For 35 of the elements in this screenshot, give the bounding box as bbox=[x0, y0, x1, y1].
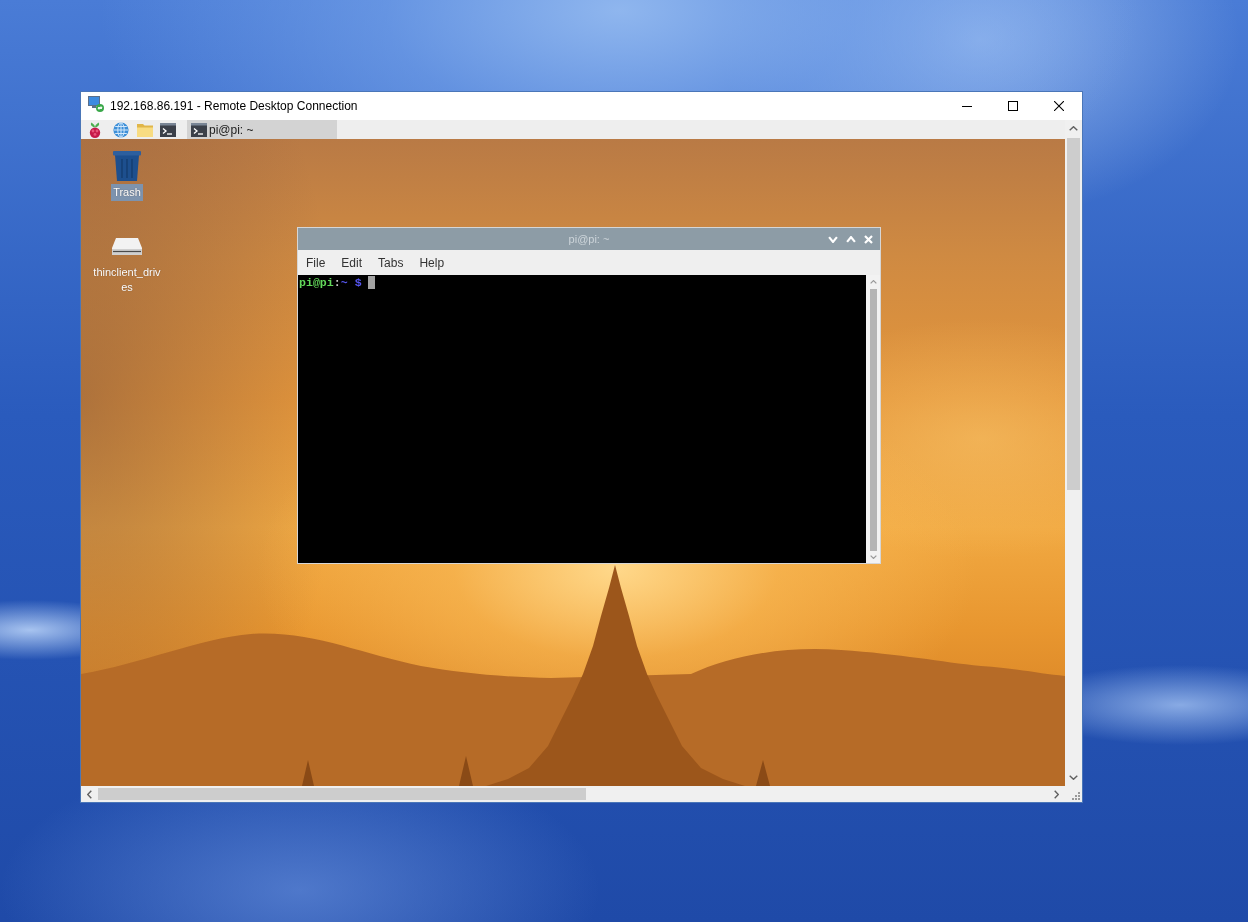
maximize-icon bbox=[1008, 101, 1018, 111]
window-title: pi@pi: ~ bbox=[568, 233, 610, 245]
scrollbar-thumb[interactable] bbox=[1067, 138, 1080, 490]
scrollbar-thumb[interactable] bbox=[869, 289, 877, 551]
chevron-left-icon[interactable] bbox=[87, 789, 92, 799]
menu-item[interactable]: File bbox=[298, 252, 334, 273]
close-icon bbox=[1054, 101, 1064, 111]
vertical-scrollbar[interactable] bbox=[1065, 120, 1082, 786]
text-cursor-icon bbox=[367, 276, 375, 289]
raspberry-icon[interactable] bbox=[88, 121, 102, 138]
minimize-icon bbox=[962, 105, 972, 107]
terminal-icon[interactable] bbox=[160, 122, 176, 137]
chevron-up-icon[interactable] bbox=[869, 280, 877, 284]
window-title: 192.168.86.191 - Remote Desktop Connection bbox=[110, 99, 359, 113]
chevron-up-icon[interactable] bbox=[1069, 126, 1078, 131]
chevron-down-icon[interactable] bbox=[1069, 775, 1078, 780]
chevron-right-icon[interactable] bbox=[1054, 789, 1059, 799]
taskbar-button[interactable]: pi@pi: ~ bbox=[187, 120, 337, 139]
terminal-prompt: pi@pi:~ $ bbox=[299, 276, 362, 290]
close-icon[interactable] bbox=[864, 234, 873, 244]
terminal-screen[interactable]: pi@pi:~ $ bbox=[298, 275, 866, 563]
monitor-icon bbox=[88, 96, 104, 112]
resize-grip-icon[interactable] bbox=[1071, 791, 1080, 800]
chevron-down-icon[interactable] bbox=[869, 555, 877, 559]
menu-item[interactable]: Tabs bbox=[370, 252, 412, 273]
folder-icon[interactable] bbox=[137, 122, 153, 137]
terminal-icon[interactable] bbox=[191, 122, 207, 137]
scrollbar-thumb[interactable] bbox=[98, 788, 586, 800]
globe-icon[interactable] bbox=[113, 121, 129, 138]
menu-item[interactable]: Help bbox=[411, 252, 453, 273]
horizontal-scrollbar[interactable] bbox=[81, 786, 1065, 802]
trash-bin-icon[interactable] bbox=[113, 151, 141, 181]
desktop-icon-label[interactable]: thinclient_drives bbox=[90, 264, 164, 296]
drive-icon[interactable] bbox=[112, 237, 142, 255]
menu-item[interactable]: Edit bbox=[333, 252, 371, 273]
